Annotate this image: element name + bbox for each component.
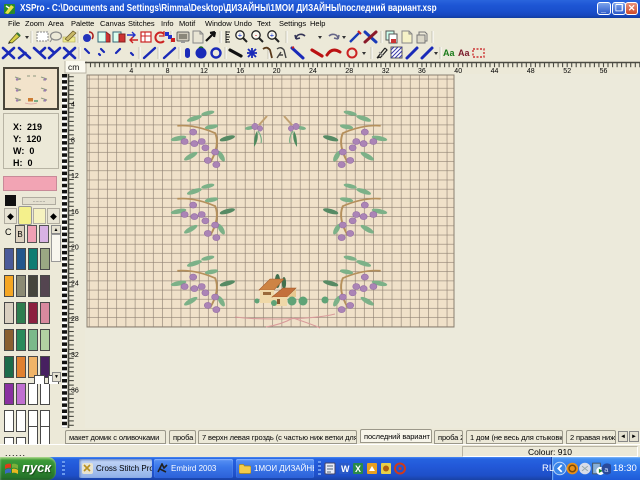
svg-text:36: 36: [71, 388, 79, 395]
svg-text:W: W: [341, 464, 350, 474]
svg-text:+: +: [270, 31, 275, 40]
svg-text:Aa: Aa: [443, 48, 455, 58]
svg-text:24: 24: [309, 68, 317, 75]
svg-text:56: 56: [600, 68, 608, 75]
svg-text:40: 40: [454, 68, 462, 75]
svg-text:28: 28: [71, 316, 79, 323]
svg-text:+: +: [238, 31, 243, 40]
svg-text:cm: cm: [68, 62, 79, 72]
svg-text:24: 24: [71, 280, 79, 287]
svg-text:12: 12: [200, 68, 208, 75]
svg-text:4: 4: [129, 68, 133, 75]
svg-text:16: 16: [71, 209, 79, 216]
svg-text:44: 44: [491, 68, 499, 75]
svg-text:16: 16: [236, 68, 244, 75]
svg-text:32: 32: [71, 352, 79, 359]
svg-text:8: 8: [166, 68, 170, 75]
svg-text:Aa: Aa: [458, 48, 470, 58]
svg-text:20: 20: [71, 245, 79, 252]
svg-text:4: 4: [71, 102, 75, 109]
svg-text:28: 28: [345, 68, 353, 75]
svg-text:48: 48: [527, 68, 535, 75]
svg-text:52: 52: [563, 68, 571, 75]
svg-text:8: 8: [71, 137, 75, 144]
svg-text:12: 12: [71, 173, 79, 180]
svg-text:20: 20: [273, 68, 281, 75]
svg-text:X: X: [355, 464, 361, 474]
svg-text:36: 36: [418, 68, 426, 75]
svg-text:32: 32: [382, 68, 390, 75]
